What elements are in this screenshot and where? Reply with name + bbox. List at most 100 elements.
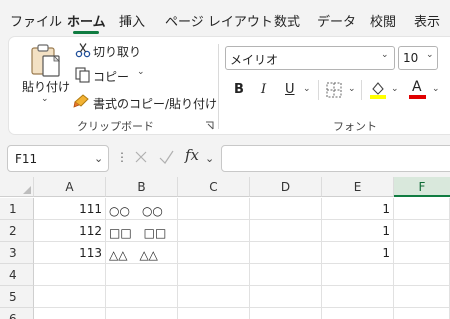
- cell-e1[interactable]: 1: [322, 198, 394, 220]
- row-header[interactable]: 4: [0, 264, 34, 286]
- tab-formulas[interactable]: 数式: [274, 11, 300, 30]
- tab-data[interactable]: データ: [317, 11, 356, 30]
- group-divider: [218, 44, 219, 129]
- cut-button[interactable]: 切り取り: [93, 43, 141, 60]
- cell-c3[interactable]: [178, 242, 250, 264]
- row-header[interactable]: 2: [0, 220, 34, 242]
- cell-c1[interactable]: [178, 198, 250, 220]
- cell-a6[interactable]: [34, 308, 106, 319]
- column-header-e[interactable]: E: [322, 177, 394, 197]
- tab-insert[interactable]: 挿入: [119, 11, 145, 30]
- formula-input[interactable]: [221, 145, 450, 172]
- insert-function-chevron-icon[interactable]: ⌄: [205, 152, 214, 165]
- row-header[interactable]: 1: [0, 198, 34, 220]
- name-box-chevron-icon[interactable]: ⌄: [94, 152, 103, 165]
- active-tab-indicator: [73, 31, 99, 34]
- name-box-value: F11: [15, 152, 38, 166]
- cell-f4[interactable]: [394, 264, 450, 286]
- tab-page-layout[interactable]: ページ レイアウト: [165, 11, 273, 30]
- cell-d5[interactable]: [250, 286, 322, 308]
- insert-function-icon[interactable]: fx: [185, 146, 199, 164]
- font-divider: [318, 80, 319, 100]
- row-header[interactable]: 5: [0, 286, 34, 308]
- cell-b1[interactable]: ○○ ○○: [106, 198, 178, 220]
- font-name-chevron-icon[interactable]: ⌄: [381, 50, 389, 60]
- cell-b2[interactable]: □□ □□: [106, 220, 178, 242]
- cell-b5[interactable]: [106, 286, 178, 308]
- cell-d3[interactable]: [250, 242, 322, 264]
- formula-bar-grip-icon: ⋮: [116, 150, 128, 164]
- cell-b3[interactable]: △△ △△: [106, 242, 178, 264]
- cell-e4[interactable]: [322, 264, 394, 286]
- cell-a3[interactable]: 113: [34, 242, 106, 264]
- format-painter-button[interactable]: 書式のコピー/貼り付け: [93, 95, 217, 112]
- column-header-f[interactable]: F: [394, 177, 450, 197]
- cell-c2[interactable]: [178, 220, 250, 242]
- cell-a4[interactable]: [34, 264, 106, 286]
- cell-f1[interactable]: [394, 198, 450, 220]
- cell-f3[interactable]: [394, 242, 450, 264]
- cell-d6[interactable]: [250, 308, 322, 319]
- font-size-value: 10: [403, 51, 419, 65]
- cell-c4[interactable]: [178, 264, 250, 286]
- confirm-entry-icon[interactable]: [158, 149, 175, 165]
- paste-dropdown-chevron-icon[interactable]: ⌄: [41, 94, 49, 104]
- font-color-chevron-icon[interactable]: ⌄: [432, 84, 440, 94]
- column-header-c[interactable]: C: [178, 177, 250, 197]
- font-name-value: メイリオ: [230, 53, 279, 67]
- fill-color-icon[interactable]: [369, 80, 387, 100]
- scissors-icon[interactable]: [75, 42, 91, 58]
- font-size-chevron-icon[interactable]: ⌄: [426, 50, 434, 60]
- cell-b4[interactable]: [106, 264, 178, 286]
- cell-c5[interactable]: [178, 286, 250, 308]
- dialog-launcher-icon[interactable]: [205, 121, 214, 130]
- cell-f2[interactable]: [394, 220, 450, 242]
- cell-d4[interactable]: [250, 264, 322, 286]
- cell-f6[interactable]: [394, 308, 450, 319]
- format-painter-icon[interactable]: [73, 94, 91, 108]
- ribbon-tabs: ファイル ホーム 挿入 ページ レイアウト 数式 データ 校閲 表示: [0, 0, 450, 36]
- row-header[interactable]: 3: [0, 242, 34, 264]
- column-header-d[interactable]: D: [250, 177, 322, 197]
- font-name-combobox[interactable]: メイリオ: [225, 46, 395, 70]
- cell-f5[interactable]: [394, 286, 450, 308]
- clipboard-group-label: クリップボード: [77, 120, 154, 133]
- italic-button[interactable]: I: [261, 82, 266, 97]
- copy-icon[interactable]: [75, 67, 91, 83]
- bold-button[interactable]: B: [234, 82, 244, 97]
- cell-e5[interactable]: [322, 286, 394, 308]
- cell-c6[interactable]: [178, 308, 250, 319]
- font-group-label: フォント: [333, 120, 377, 133]
- cell-e2[interactable]: 1: [322, 220, 394, 242]
- cell-a1[interactable]: 111: [34, 198, 106, 220]
- cell-e3[interactable]: 1: [322, 242, 394, 264]
- cell-a2[interactable]: 112: [34, 220, 106, 242]
- paste-button-label[interactable]: 貼り付け: [22, 78, 70, 95]
- cell-d1[interactable]: [250, 198, 322, 220]
- column-header-b[interactable]: B: [106, 177, 178, 197]
- cell-b6[interactable]: [106, 308, 178, 319]
- borders-icon[interactable]: [326, 82, 342, 98]
- underline-chevron-icon[interactable]: ⌄: [303, 84, 311, 94]
- font-color-button[interactable]: A: [412, 79, 422, 95]
- cell-d2[interactable]: [250, 220, 322, 242]
- font-divider: [361, 80, 362, 100]
- underline-button[interactable]: U: [285, 82, 295, 97]
- tab-file[interactable]: ファイル: [10, 11, 62, 30]
- cell-e6[interactable]: [322, 308, 394, 319]
- select-all-triangle-icon: [23, 186, 31, 194]
- fill-color-chevron-icon[interactable]: ⌄: [391, 84, 399, 94]
- cell-a5[interactable]: [34, 286, 106, 308]
- row-header[interactable]: 6: [0, 308, 34, 319]
- tab-review[interactable]: 校閲: [370, 11, 396, 30]
- font-color-swatch: [409, 95, 426, 99]
- borders-chevron-icon[interactable]: ⌄: [348, 84, 356, 94]
- paste-icon[interactable]: [30, 42, 64, 78]
- copy-button[interactable]: コピー: [93, 68, 129, 85]
- column-header-a[interactable]: A: [34, 177, 106, 197]
- tab-view[interactable]: 表示: [414, 11, 440, 30]
- copy-dropdown-chevron-icon[interactable]: ⌄: [137, 67, 145, 77]
- tab-home[interactable]: ホーム: [67, 11, 106, 30]
- cancel-entry-icon[interactable]: [133, 149, 149, 165]
- worksheet-grid: A B C D E F 1 111 ○○ ○○ 1 2 112 □□ □□ 1 …: [0, 177, 450, 319]
